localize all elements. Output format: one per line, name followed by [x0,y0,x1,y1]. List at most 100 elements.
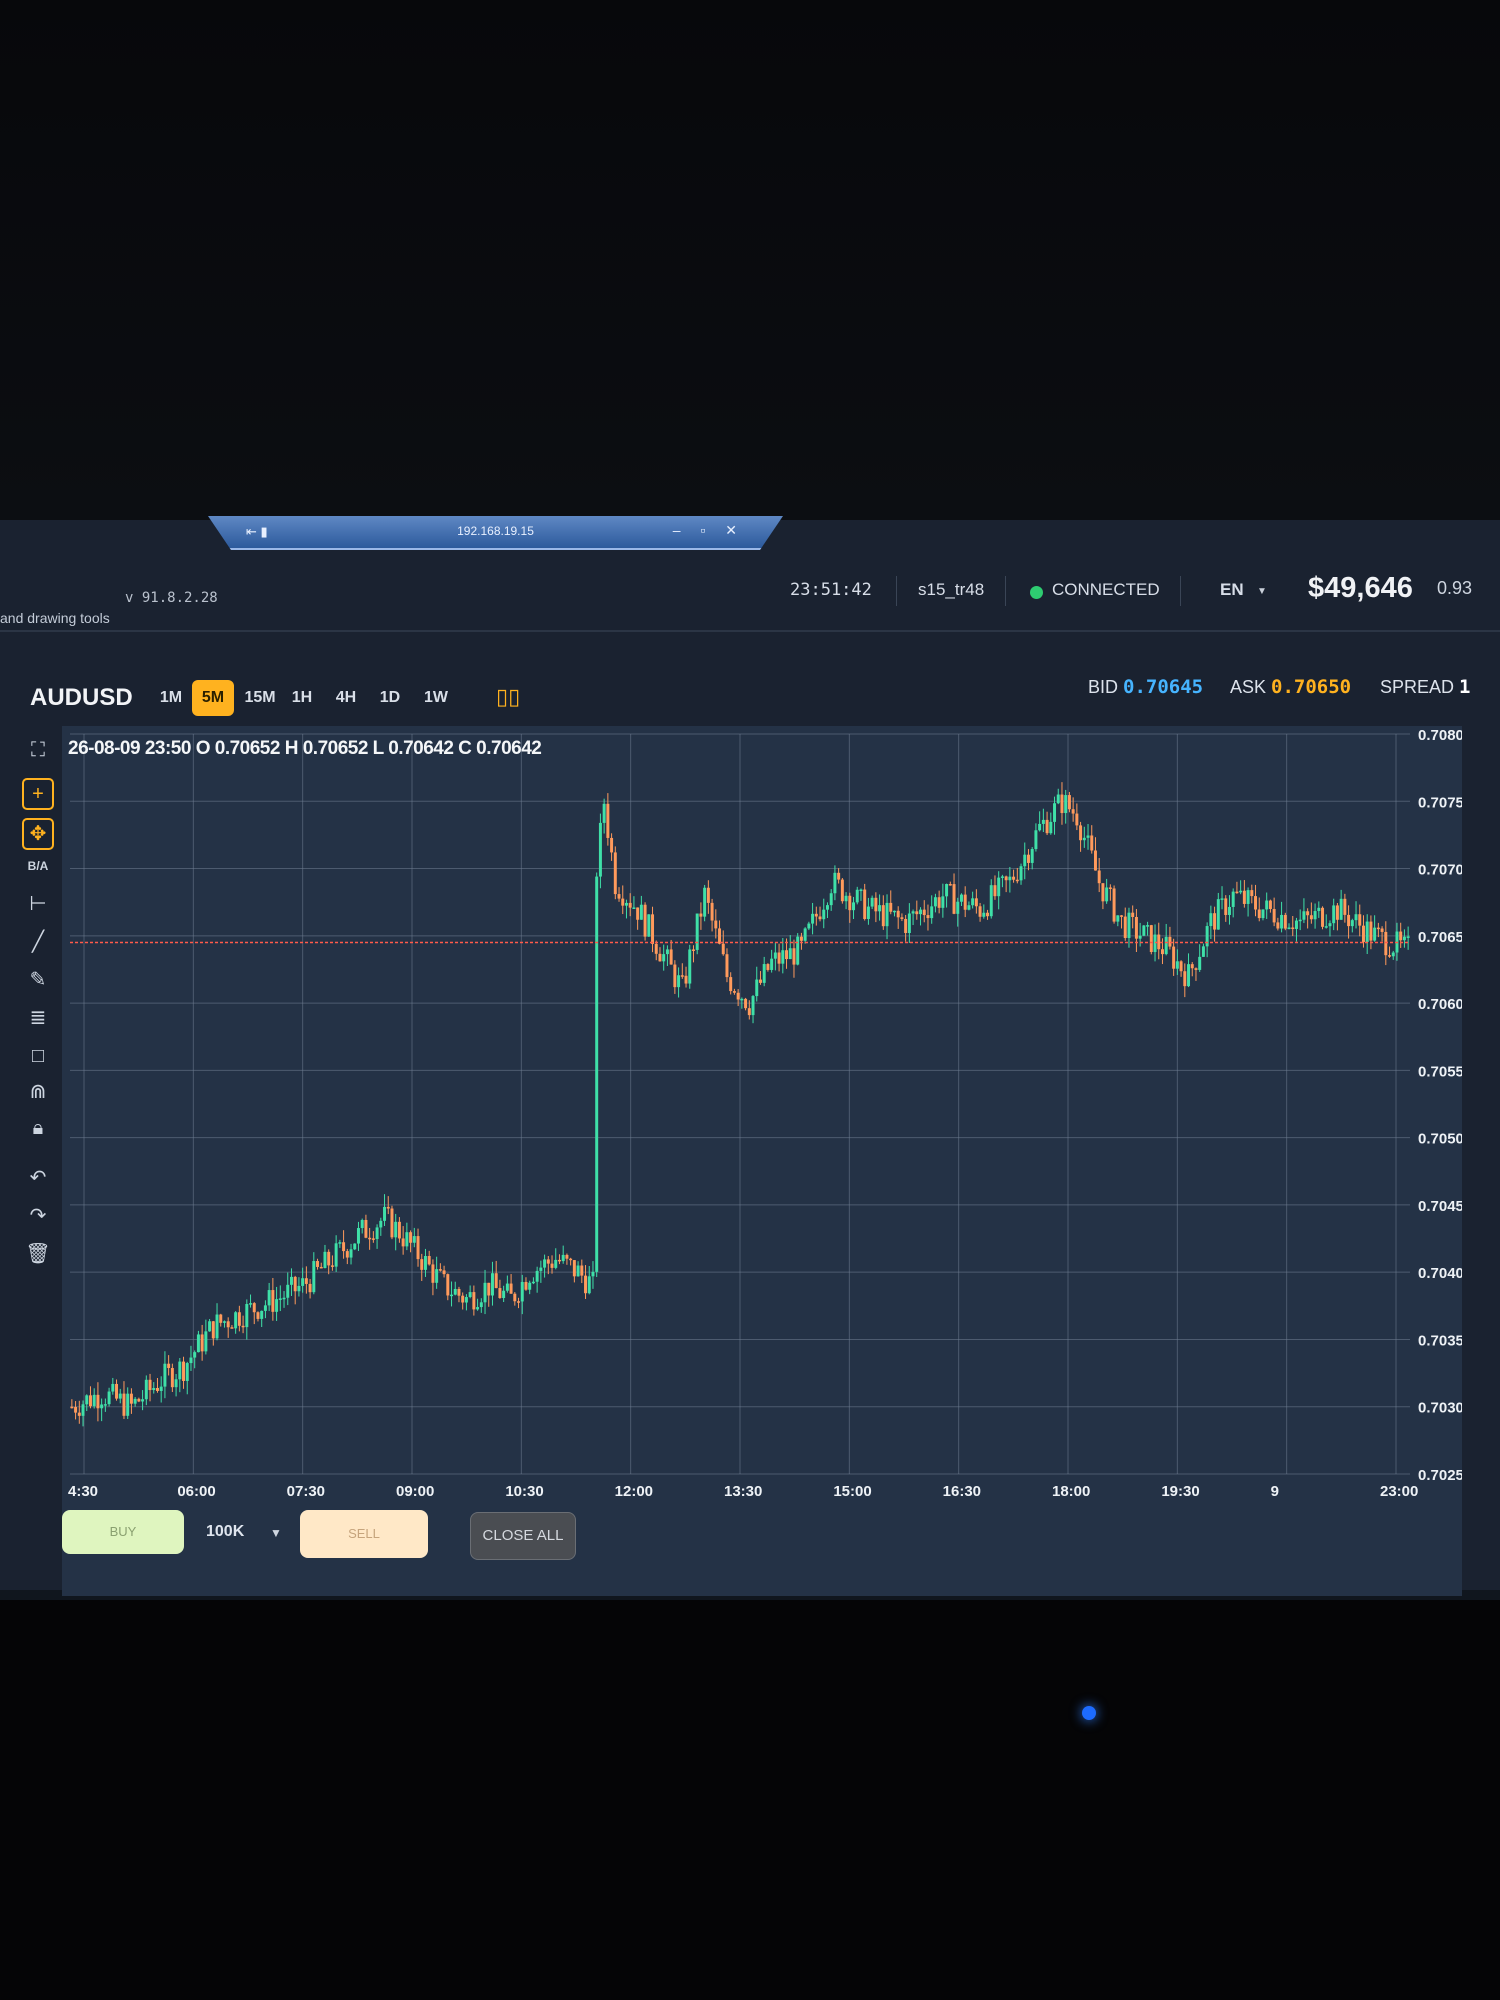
lock-icon[interactable]: 🔒︎ [22,1112,54,1144]
candle-body [896,910,900,918]
chart-svg[interactable]: 0.70800 0.70750 0.70700 0.70650 0.70600 0.705… [62,726,1472,1596]
candle-body [963,894,967,910]
candle-body [1220,898,1224,900]
candle-body [487,1282,491,1296]
candle-body [360,1219,364,1229]
pencil-icon[interactable]: ✎ [22,964,54,996]
candle-body [409,1232,413,1243]
candle-body [1358,914,1362,926]
candle-body [1187,964,1191,987]
buy-button[interactable]: BUY [62,1510,184,1554]
candle-body [446,1274,450,1296]
candle-body [1116,915,1120,922]
tab-1m[interactable]: 1M [156,680,186,716]
candle-body [617,894,621,899]
redo-icon[interactable]: ↷ [22,1200,54,1232]
candle-body [1272,908,1276,923]
candle-body [1015,879,1019,882]
candle-body [1168,936,1172,947]
candle-body [900,917,904,919]
candle-body [1086,835,1090,838]
x-tick-label: 10:30 [505,1483,543,1500]
candle-body [546,1259,550,1264]
crosshair-icon[interactable]: + [22,778,54,810]
candle-body [1369,921,1373,941]
candle-body [1127,912,1131,939]
candle-body [885,902,889,927]
tab-15m[interactable]: 15M [240,680,280,716]
close-all-button[interactable]: CLOSE ALL [470,1512,576,1560]
undo-icon[interactable]: ↶ [22,1162,54,1194]
candle-body [1019,866,1023,881]
candle-body [870,897,874,907]
fullscreen-icon[interactable]: ⛶ [22,734,54,766]
candle-body [115,1383,119,1399]
candle-body [1350,920,1354,927]
candle-body [323,1251,327,1268]
candle-body [472,1292,476,1310]
drawing-toolbar: ⛶ + ✥ B/A ⊢ ╱ ✎ ≣ □ ⋒ 🔒︎ ↶ ↷ 🗑︎ [14,734,65,1574]
candle-body [915,911,919,915]
magnet-icon[interactable]: ⋒ [22,1076,54,1108]
bid-ask-toggle[interactable]: B/A [22,850,54,882]
candle-body [442,1270,446,1275]
price-chart[interactable]: 0.70800 0.70750 0.70700 0.70650 0.70600 0.705… [62,726,1472,1596]
candle-body [148,1379,152,1391]
tab-1d[interactable]: 1D [374,680,406,716]
candle-body [401,1238,405,1247]
rectangle-icon[interactable]: □ [22,1040,54,1072]
chevron-down-icon[interactable]: ▼ [270,1526,282,1540]
symbol-name[interactable]: AUDUSD [30,684,133,712]
candle-body [416,1236,420,1260]
tab-4h[interactable]: 4H [330,680,362,716]
candle-body [569,1258,573,1261]
candle-body [1216,899,1220,930]
y-tick-label: 0.70250 [1418,1467,1462,1484]
sell-button[interactable]: SELL [300,1510,428,1558]
candle-body [141,1399,145,1402]
fib-icon[interactable]: ≣ [22,1002,54,1034]
move-icon[interactable]: ✥ [22,818,54,850]
candle-body [673,964,677,988]
candle-body [889,902,893,912]
candle-body [1175,961,1179,969]
version-label: v 91.8.2.28 [125,590,218,606]
candle-body [349,1249,353,1258]
candle-body [513,1293,517,1302]
chevron-down-icon[interactable]: ▼ [1257,586,1267,597]
tab-1h[interactable]: 1H [286,680,318,716]
candle-body [941,896,945,908]
balance-change: 0.93 [1437,578,1473,598]
candle-body [368,1237,372,1240]
remote-desktop-bar[interactable]: ⇤ ▮ 192.168.19.15 – ▫ ✕ [208,516,783,550]
trash-icon[interactable]: 🗑︎ [22,1238,54,1270]
candle-body [111,1383,115,1392]
candle-body [1008,876,1012,881]
candle-body [807,923,811,929]
candle-body [1242,890,1246,904]
username[interactable]: s15_tr48 [918,580,984,600]
candle-body [904,918,908,934]
candle-body [204,1331,208,1352]
candle-body [405,1232,409,1247]
trend-line-icon[interactable]: ╱ [22,926,54,958]
candle-body [718,928,722,944]
candle-body [159,1386,163,1391]
candle-body [338,1242,342,1244]
candle-body [561,1254,565,1262]
tab-5m[interactable]: 5M [192,680,234,716]
candle-body [725,954,729,978]
candle-body [427,1256,431,1265]
candlestick-type-icon[interactable]: ▯▯ [496,684,520,710]
candle-body [855,889,859,903]
candle-body [1123,916,1127,939]
horizontal-line-icon[interactable]: ⊢ [22,888,54,920]
lot-size-select[interactable]: 100K [206,1523,244,1541]
candle-body [74,1407,78,1413]
ask-value: 0.70650 [1271,676,1352,698]
candle-body [353,1243,357,1250]
window-controls[interactable]: – ▫ ✕ [673,522,745,539]
language-selector[interactable]: EN [1220,580,1244,600]
tab-1w[interactable]: 1W [418,680,454,716]
candle-body [665,949,669,955]
